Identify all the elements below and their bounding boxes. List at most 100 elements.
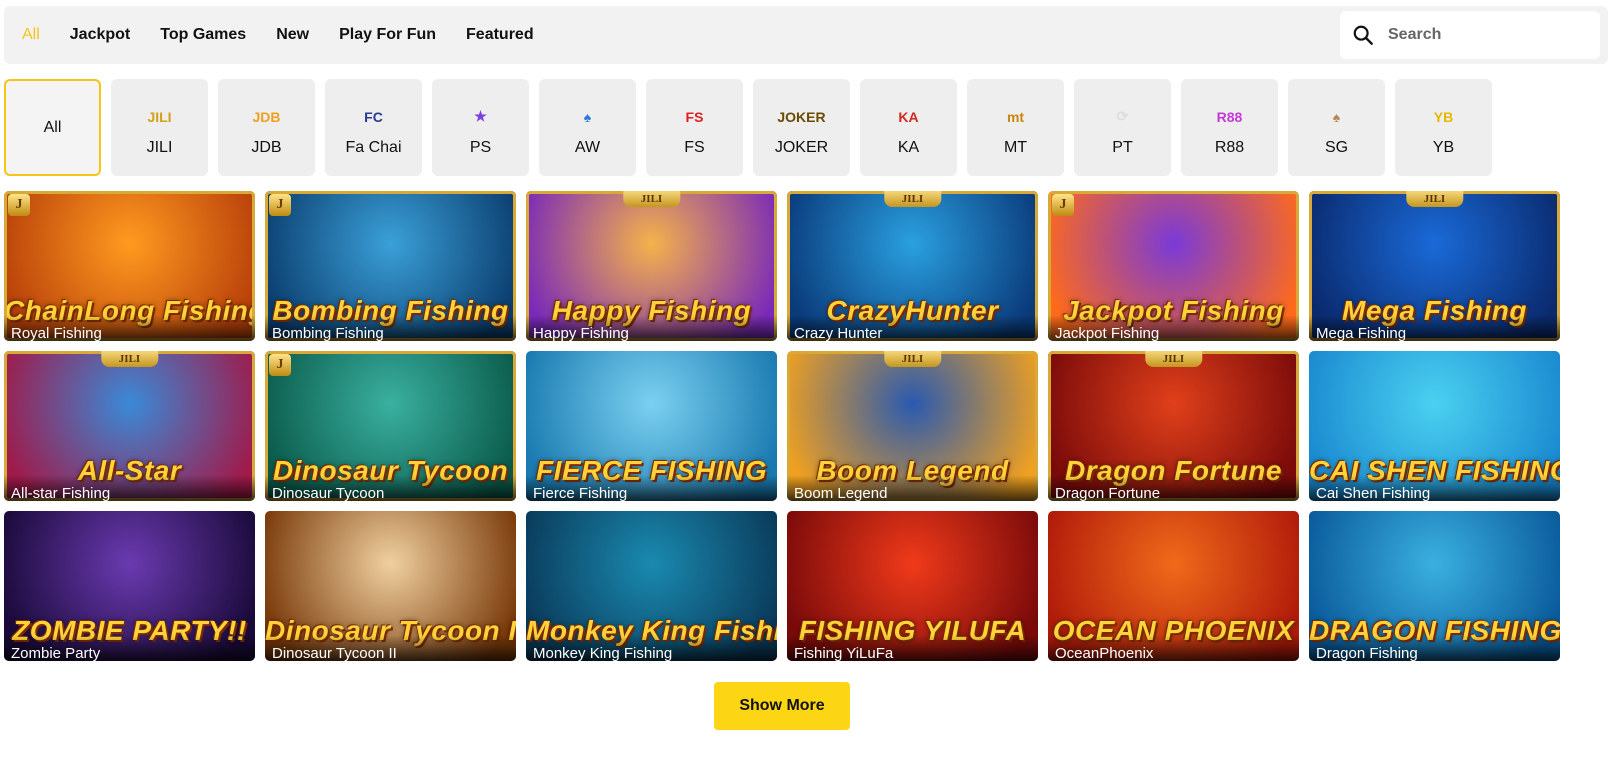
game-name: Dinosaur Tycoon II bbox=[265, 635, 516, 661]
category-tabs: All Jackpot Top Games New Play For Fun Featur… bbox=[22, 6, 534, 64]
game-name: Dinosaur Tycoon bbox=[265, 475, 516, 501]
category-nav-bar: All Jackpot Top Games New Play For Fun Featur… bbox=[4, 6, 1608, 64]
provider-label: JILI bbox=[146, 138, 173, 156]
game-name: Boom Legend bbox=[787, 475, 1038, 501]
game-name: Royal Fishing bbox=[4, 315, 255, 341]
search-input[interactable] bbox=[1386, 25, 1590, 45]
game-card[interactable]: ZOMBIE PARTY!! Zombie Party bbox=[4, 511, 255, 661]
tab-new[interactable]: New bbox=[276, 26, 309, 44]
provider-label: PS bbox=[469, 138, 492, 156]
provider-ps[interactable]: ★ PS bbox=[432, 79, 529, 176]
game-name: OceanPhoenix bbox=[1048, 635, 1299, 661]
game-card[interactable]: CAI SHEN FISHING Cai Shen Fishing bbox=[1309, 351, 1560, 501]
provider-aw[interactable]: ♠ AW bbox=[539, 79, 636, 176]
provider-badge-icon: J bbox=[269, 194, 291, 216]
provider-badge-icon: J bbox=[269, 354, 291, 376]
game-card[interactable]: Bombing Fishing J Bombing Fishing bbox=[265, 191, 516, 341]
provider-jdb[interactable]: JDB JDB bbox=[218, 79, 315, 176]
jili-tag: JILI bbox=[1405, 191, 1464, 207]
provider-logo-icon: FC bbox=[364, 108, 383, 125]
game-card[interactable]: Dragon Fortune JILI Dragon Fortune bbox=[1048, 351, 1299, 501]
game-card[interactable]: Boom Legend JILI Boom Legend bbox=[787, 351, 1038, 501]
provider-label: JOKER bbox=[774, 138, 829, 156]
provider-yb[interactable]: YB YB bbox=[1395, 79, 1492, 176]
provider-joker[interactable]: JOKER JOKER bbox=[753, 79, 850, 176]
game-name: Dragon Fishing bbox=[1309, 635, 1560, 661]
search-icon bbox=[1353, 25, 1373, 45]
game-name: Fierce Fishing bbox=[526, 475, 777, 501]
provider-sg[interactable]: ♠ SG bbox=[1288, 79, 1385, 176]
provider-filter-row: All JILI JILI JDB JDB FC Fa Chai ★ PS ♠ AW FS FS JOKE… bbox=[4, 79, 1492, 176]
search-box[interactable] bbox=[1340, 11, 1600, 59]
game-grid: ChainLong Fishing J Royal Fishing Bombing F… bbox=[4, 191, 1560, 661]
game-name: Happy Fishing bbox=[526, 315, 777, 341]
tab-play-for-fun[interactable]: Play For Fun bbox=[339, 26, 436, 44]
provider-label: JDB bbox=[251, 138, 282, 156]
provider-logo-icon: mt bbox=[1006, 108, 1025, 125]
provider-fa-chai[interactable]: FC Fa Chai bbox=[325, 79, 422, 176]
provider-fs[interactable]: FS FS bbox=[646, 79, 743, 176]
tab-top-games[interactable]: Top Games bbox=[160, 26, 246, 44]
provider-logo-icon: ♠ bbox=[1332, 108, 1341, 125]
jili-tag: JILI bbox=[883, 191, 942, 207]
provider-logo-icon: JDB bbox=[252, 108, 281, 125]
game-card[interactable]: CrazyHunter JILI Crazy Hunter bbox=[787, 191, 1038, 341]
provider-logo-icon: JOKER bbox=[777, 108, 826, 125]
provider-jili[interactable]: JILI JILI bbox=[111, 79, 208, 176]
game-name: Dragon Fortune bbox=[1048, 475, 1299, 501]
tab-all[interactable]: All bbox=[22, 26, 40, 44]
tab-jackpot[interactable]: Jackpot bbox=[70, 26, 130, 44]
provider-r88[interactable]: R88 R88 bbox=[1181, 79, 1278, 176]
game-name: Jackpot Fishing bbox=[1048, 315, 1299, 341]
game-card[interactable]: DRAGON FISHING Dragon Fishing bbox=[1309, 511, 1560, 661]
provider-label: SG bbox=[1324, 138, 1349, 156]
provider-badge-icon: J bbox=[8, 194, 30, 216]
game-card[interactable]: Mega Fishing JILI Mega Fishing bbox=[1309, 191, 1560, 341]
game-name: Bombing Fishing bbox=[265, 315, 516, 341]
provider-logo-icon: JILI bbox=[147, 108, 172, 125]
game-card[interactable]: Monkey King FishingMonkey King Fishing bbox=[526, 511, 777, 661]
game-name: Mega Fishing bbox=[1309, 315, 1560, 341]
provider-pt[interactable]: ⟳ PT bbox=[1074, 79, 1171, 176]
provider-logo-icon: KA bbox=[898, 108, 919, 125]
provider-label: R88 bbox=[1214, 138, 1245, 156]
provider-label: MT bbox=[1003, 138, 1028, 156]
provider-logo-icon: ★ bbox=[474, 108, 487, 124]
provider-logo-icon: FS bbox=[685, 108, 704, 125]
game-card[interactable]: Jackpot Fishing J Jackpot Fishing bbox=[1048, 191, 1299, 341]
show-more-button[interactable]: Show More bbox=[714, 682, 850, 730]
game-card[interactable]: OCEAN PHOENIX OceanPhoenix bbox=[1048, 511, 1299, 661]
provider-label: FS bbox=[684, 138, 705, 156]
jili-tag: JILI bbox=[1144, 351, 1203, 367]
provider-label: AW bbox=[574, 138, 601, 156]
provider-logo-icon: YB bbox=[1433, 108, 1454, 125]
provider-label: PT bbox=[1112, 138, 1133, 156]
provider-ka[interactable]: KA KA bbox=[860, 79, 957, 176]
game-card[interactable]: Dinosaur Tycoon J Dinosaur Tycoon bbox=[265, 351, 516, 501]
game-card[interactable]: Dinosaur Tycoon II Dinosaur Tycoon II bbox=[265, 511, 516, 661]
game-name: Fishing YiLuFa bbox=[787, 635, 1038, 661]
jili-tag: JILI bbox=[622, 191, 681, 207]
game-card[interactable]: ChainLong Fishing J Royal Fishing bbox=[4, 191, 255, 341]
provider-logo-icon: R88 bbox=[1216, 108, 1243, 125]
tab-featured[interactable]: Featured bbox=[466, 26, 534, 44]
game-card[interactable]: FISHING YILUFA Fishing YiLuFa bbox=[787, 511, 1038, 661]
game-name: Monkey King Fishing bbox=[526, 635, 777, 661]
provider-label: Fa Chai bbox=[345, 138, 402, 156]
game-name: Cai Shen Fishing bbox=[1309, 475, 1560, 501]
provider-mt[interactable]: mt MT bbox=[967, 79, 1064, 176]
provider-all[interactable]: All bbox=[4, 79, 101, 176]
provider-label: YB bbox=[1432, 138, 1455, 156]
provider-badge-icon: J bbox=[1052, 194, 1074, 216]
provider-label: All bbox=[43, 118, 62, 136]
game-name: All-star Fishing bbox=[4, 475, 255, 501]
game-card[interactable]: FIERCE FISHING Fierce Fishing bbox=[526, 351, 777, 501]
provider-logo-icon: ⟳ bbox=[1116, 108, 1129, 124]
jili-tag: JILI bbox=[883, 351, 942, 367]
provider-label: KA bbox=[897, 138, 920, 156]
game-card[interactable]: All-Star JILI All-star Fishing bbox=[4, 351, 255, 501]
game-card[interactable]: Happy Fishing JILI Happy Fishing bbox=[526, 191, 777, 341]
jili-tag: JILI bbox=[100, 351, 159, 367]
game-name: Zombie Party bbox=[4, 635, 255, 661]
provider-logo-icon: ♠ bbox=[583, 108, 592, 125]
